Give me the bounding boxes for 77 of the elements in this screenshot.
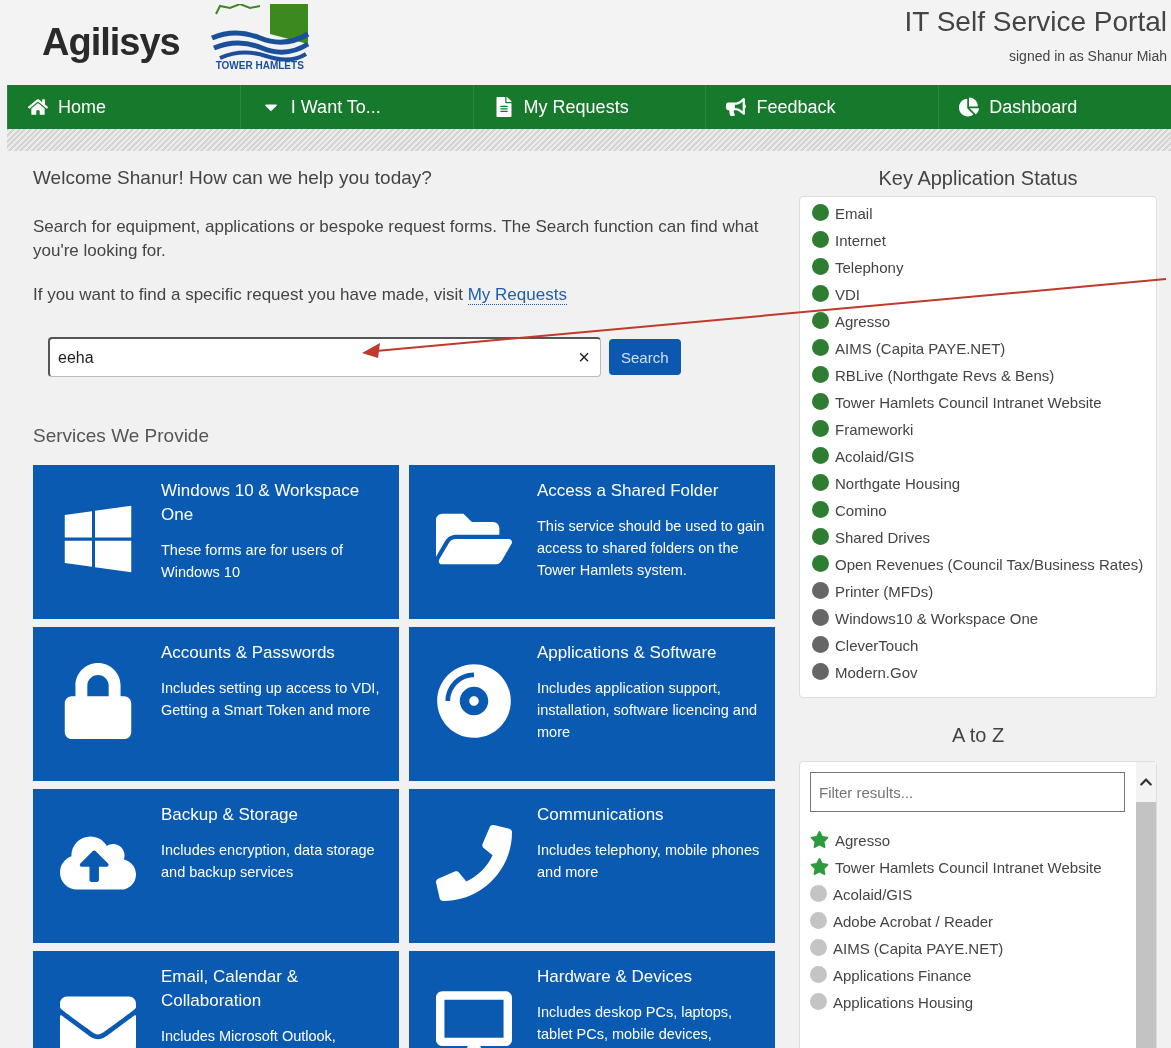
application-name: RBLive (Northgate Revs & Bens) xyxy=(835,366,1055,386)
tile-title: Email, Calendar & Collaboration xyxy=(161,966,299,1012)
application-name: CleverTouch xyxy=(835,636,919,656)
signed-in-text: signed in as Shanur Miah xyxy=(1009,48,1167,64)
tile-title: Applications & Software xyxy=(537,642,718,664)
application-name: Acolaid/GIS xyxy=(835,447,915,467)
clear-button[interactable]: × xyxy=(574,346,594,369)
circle-icon xyxy=(810,966,827,983)
application-name: Printer (MFDs) xyxy=(835,582,934,602)
service-tile[interactable]: Email, Calendar & Collaboration Includes Microsoft Outlook, xyxy=(33,951,399,1048)
council-logo-icon xyxy=(209,4,310,62)
home-icon xyxy=(28,97,48,117)
search-field[interactable]: eeha × xyxy=(48,337,601,377)
circle-icon xyxy=(810,939,827,956)
brand-logo: Agilisys xyxy=(42,20,180,64)
pie-chart-icon xyxy=(959,97,980,117)
star-icon xyxy=(810,857,829,876)
tile-description: Includes deskop PCs, laptops, tablet PCs, mobile devices, xyxy=(537,1003,734,1044)
search-button[interactable]: Search xyxy=(609,339,681,375)
phone-icon xyxy=(436,825,512,901)
tile-description: Includes Microsoft Outlook, xyxy=(161,1027,337,1046)
application-name: AIMS (Capita PAYE.NET) xyxy=(835,339,1006,359)
atoz-title: A to Z xyxy=(950,724,1006,747)
portal-title: IT Self Service Portal xyxy=(904,6,1167,38)
council-name: TOWER HAMLETS xyxy=(215,60,304,71)
application-name: Agresso xyxy=(835,312,891,332)
tile-title: Access a Shared Folder xyxy=(537,480,720,502)
application-name: Telephony xyxy=(835,258,904,278)
tile-title: Communications xyxy=(537,804,665,826)
intro-text: Search for equipment, applications or bespoke request forms. The Search function can find what you're looking for. xyxy=(33,216,760,262)
tile-description: These forms are for users of Windows 10 xyxy=(161,541,345,582)
service-tile[interactable]: Backup & Storage Includes encryption, data storage and backup services xyxy=(33,789,399,943)
application-name: Internet xyxy=(835,231,886,251)
application-name: Comino xyxy=(835,501,887,521)
application-link[interactable]: Applications Housing xyxy=(833,992,974,1014)
application-link[interactable]: Applications Finance xyxy=(833,965,972,987)
application-link[interactable]: AIMS (Capita PAYE.NET) xyxy=(833,938,1004,960)
application-name: Modern.Gov xyxy=(835,663,918,683)
tile-description: Includes application support, installation, software licencing and more xyxy=(537,679,759,742)
service-tile[interactable]: Accounts & Passwords Includes setting up access to VDI, Getting a Smart Token and more xyxy=(33,627,399,781)
tile-title: Backup & Storage xyxy=(161,804,300,826)
service-tile[interactable]: Applications & Software Includes application support, installation, software licencing and more xyxy=(409,627,775,781)
tile-title: Windows 10 & Workspace One xyxy=(161,480,361,526)
application-link[interactable]: Tower Hamlets Council Intranet Website xyxy=(835,857,1102,879)
star-icon xyxy=(810,830,829,849)
service-tile[interactable]: Communications Includes telephony, mobile phones and more xyxy=(409,789,775,943)
application-name: VDI xyxy=(835,285,860,305)
application-link[interactable]: Adobe Acrobat / Reader xyxy=(833,911,994,933)
application-name: Frameworki xyxy=(835,420,914,440)
find-text: If you want to find a specific request you have made, visit My Requests xyxy=(33,284,568,307)
service-tile[interactable]: Windows 10 & Workspace One These forms are for users of Windows 10 xyxy=(33,465,399,619)
service-tile[interactable]: Hardware & Devices Includes deskop PCs, laptops, tablet PCs, mobile devices, xyxy=(409,951,775,1048)
tile-description: This service should be used to gain access to shared folders on the Tower Hamlets system. xyxy=(537,517,765,580)
tile-description: Includes encryption, data storage and backup services xyxy=(161,841,376,882)
tile-description: Includes telephony, mobile phones and more xyxy=(537,841,761,882)
application-name: Windows10 & Workspace One xyxy=(835,609,1039,629)
application-name: Open Revenues (Council Tax/Business Rates) xyxy=(835,555,1144,575)
application-link[interactable]: Acolaid/GIS xyxy=(833,884,913,906)
megaphone-icon xyxy=(726,97,747,117)
circle-icon xyxy=(810,993,827,1010)
tile-description: Includes setting up access to VDI, Getting a Smart Token and more xyxy=(161,679,381,720)
tile-title: Hardware & Devices xyxy=(537,966,693,988)
circle-icon xyxy=(810,885,827,902)
application-name: Email xyxy=(835,204,873,224)
application-name: Tower Hamlets Council Intranet Website xyxy=(835,393,1102,413)
filter-field[interactable]: Filter results... xyxy=(810,772,1125,812)
my-requests-link[interactable]: My Requests xyxy=(467,285,567,305)
service-tile[interactable]: Access a Shared Folder This service should be used to gain access to shared folders on the Tower Hamlets system. xyxy=(409,465,775,619)
tile-title: Accounts & Passwords xyxy=(161,642,336,664)
circle-icon xyxy=(810,912,827,929)
section-title: Services We Provide xyxy=(33,425,210,447)
welcome-text: Welcome Shanur! How can we help you today? xyxy=(33,167,433,189)
status-title: Key Application Status xyxy=(877,167,1079,190)
scrollbar[interactable] xyxy=(1136,762,1156,1048)
application-link[interactable]: Agresso xyxy=(835,830,891,852)
application-name: Northgate Housing xyxy=(835,474,961,494)
application-name: Shared Drives xyxy=(835,528,931,548)
